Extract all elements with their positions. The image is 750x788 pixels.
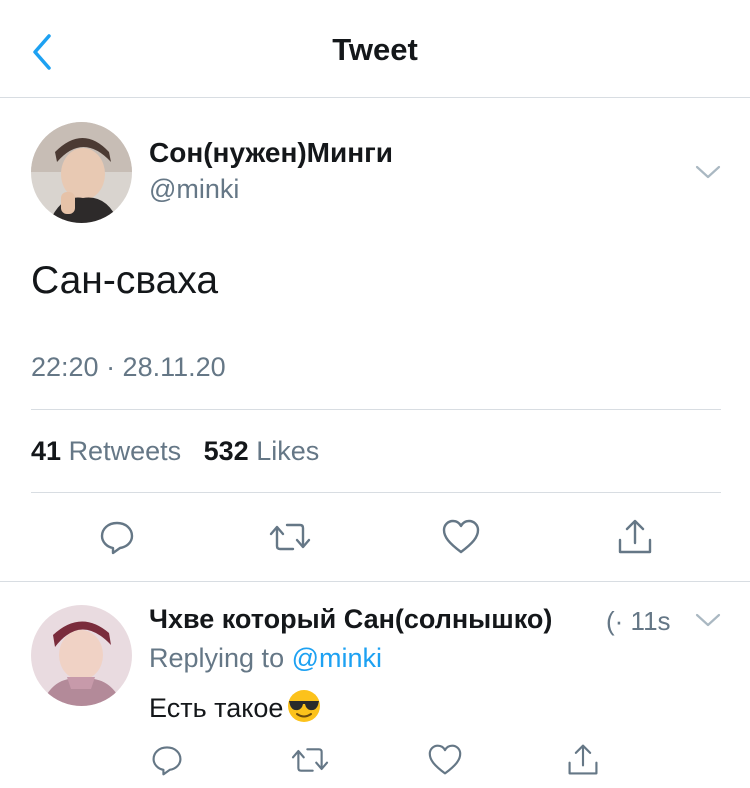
share-button[interactable] (613, 515, 657, 559)
reply-icon (152, 746, 182, 776)
reply-like-button[interactable] (423, 738, 467, 782)
retweet-icon (291, 748, 329, 772)
tweet-menu-button[interactable] (690, 157, 726, 187)
section-separator (0, 581, 750, 582)
likes-count[interactable]: 532 (204, 436, 249, 466)
mention-link[interactable]: @minki (292, 643, 382, 673)
replying-prefix: Replying to (149, 643, 285, 673)
retweet-icon (269, 523, 311, 551)
share-icon (568, 744, 598, 775)
author-display-name[interactable]: Сон(нужен)Минги (149, 137, 393, 169)
page-title: Tweet (332, 32, 418, 67)
author-handle[interactable]: @minki (149, 174, 239, 205)
reply-icon (100, 521, 134, 555)
sunglasses-emoji-icon (285, 689, 323, 730)
retweet-button[interactable] (268, 515, 312, 559)
reply-share-button[interactable] (561, 738, 605, 782)
reply-menu-button[interactable] (690, 605, 726, 635)
share-icon (618, 519, 652, 554)
divider (31, 492, 721, 493)
reply-button[interactable] (95, 515, 139, 559)
divider (31, 409, 721, 410)
reply-reply-button[interactable] (145, 738, 189, 782)
likes-label[interactable]: Likes (256, 436, 319, 466)
replying-to: Replying to @minki (149, 643, 382, 674)
reply-text: Есть такое (149, 689, 323, 730)
avatar[interactable] (31, 605, 132, 706)
reply-retweet-button[interactable] (288, 738, 332, 782)
reply-time: (· 11s (606, 606, 671, 636)
reply-text-content: Есть такое (149, 693, 284, 723)
retweets-count[interactable]: 41 (31, 436, 61, 466)
chevron-down-icon (695, 165, 721, 179)
tweet-stats: 41 Retweets 532 Likes (31, 436, 319, 467)
avatar[interactable] (31, 122, 132, 223)
like-button[interactable] (439, 515, 483, 559)
heart-icon (428, 744, 462, 775)
tweet-timestamp: 22:20 · 28.11.20 (31, 352, 226, 382)
retweets-label[interactable]: Retweets (69, 436, 182, 466)
heart-icon (442, 519, 480, 554)
tweet-text: Сан-сваха (31, 259, 219, 302)
chevron-down-icon (695, 613, 721, 627)
reply-author-display-name[interactable]: Чхве который Сан(солнышко) (149, 604, 552, 635)
